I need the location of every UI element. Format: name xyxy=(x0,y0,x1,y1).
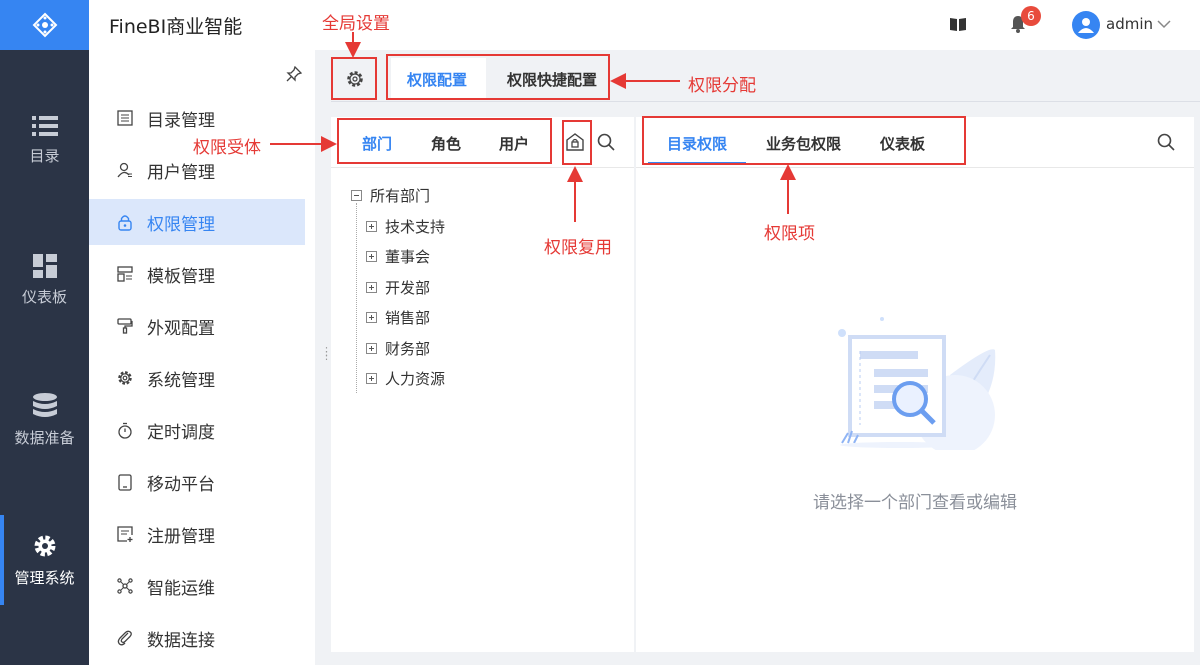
annotation-arrows xyxy=(270,32,796,222)
annotation-global-settings: 全局设置 xyxy=(322,14,390,34)
annotation-permission-item: 权限项 xyxy=(764,224,815,244)
annotation-permission-reuse: 权限复用 xyxy=(544,238,612,258)
annotation-permission-assign: 权限分配 xyxy=(688,76,756,96)
annotation-permission-subject: 权限受体 xyxy=(193,138,261,158)
